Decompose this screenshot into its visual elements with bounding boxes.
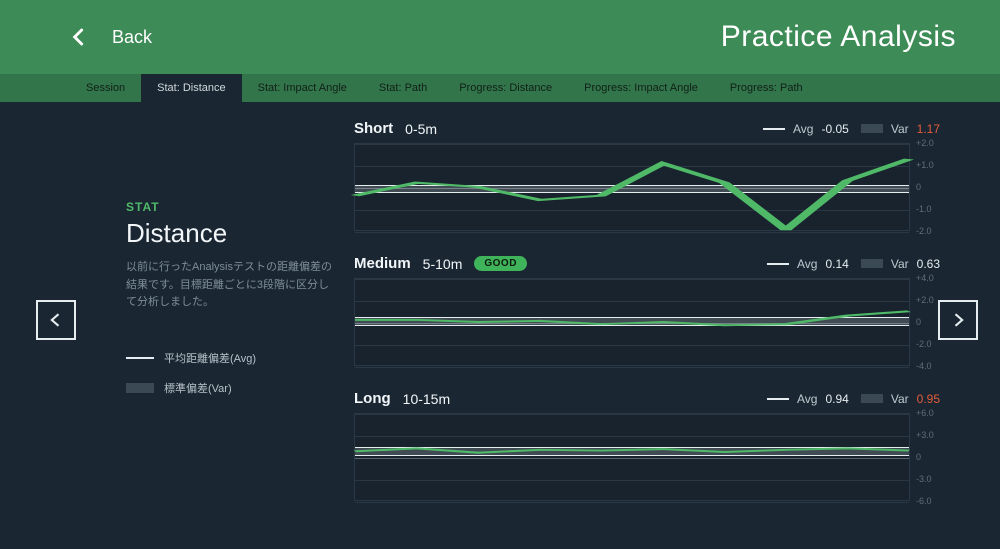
y-tick: +1.0 [916,160,934,170]
stat-title: Distance [126,218,336,249]
legend-var-label: 標準偏差(Var) [164,380,232,396]
y-tick: +6.0 [916,408,934,418]
var-value: 0.63 [917,257,940,271]
legend-avg-swatch [126,357,154,359]
tab-bar: SessionStat: DistanceStat: Impact AngleS… [0,74,1000,102]
tab-stat-distance[interactable]: Stat: Distance [141,74,241,102]
y-tick: -4.0 [916,361,932,371]
chart-plot-box: +4.0+2.00-2.0-4.0 [354,278,944,366]
back-label: Back [112,27,152,48]
grid-line [355,367,909,368]
grid-line [355,232,909,233]
prev-button[interactable] [36,300,76,340]
page-title: Practice Analysis [721,20,956,54]
legend-var: 標準偏差(Var) [126,380,336,396]
y-tick: +4.0 [916,273,934,283]
chart-range: 10-15m [403,391,450,407]
var-swatch [861,394,883,403]
tab-progress-distance[interactable]: Progress: Distance [443,74,568,102]
chevron-right-icon [948,310,968,330]
chart-medium: Medium 5-10m GOOD Avg 0.14 Var 0.63 +4.0 +2.0 0 -2… [354,255,944,366]
y-tick: +2.0 [916,138,934,148]
badge-good: GOOD [474,256,527,271]
avg-value: 0.14 [825,257,848,271]
y-tick: +2.0 [916,295,934,305]
y-tick: -2.0 [916,339,932,349]
chart-plot [354,278,910,366]
y-tick: -3.0 [916,474,932,484]
avg-swatch [767,263,789,265]
stat-description: 以前に行ったAnalysisテストの距離偏差の結果です。目標距離ごとに3段階に区… [126,259,336,312]
var-label: Var [891,392,909,406]
var-label: Var [891,122,909,136]
chart-plot [354,413,910,501]
grid-line [355,502,909,503]
tab-stat-impact-angle[interactable]: Stat: Impact Angle [242,74,363,102]
chart-name: Long [354,390,391,407]
avg-value: 0.94 [825,392,848,406]
y-tick: 0 [916,182,921,192]
content: STAT Distance 以前に行ったAnalysisテストの距離偏差の結果で… [0,102,1000,549]
avg-label: Avg [793,122,813,136]
tab-progress-path[interactable]: Progress: Path [714,74,819,102]
chart-metrics: Avg -0.05 Var 1.17 [763,122,944,136]
chart-metrics: Avg 0.94 Var 0.95 [767,392,944,406]
var-label: Var [891,257,909,271]
side-panel: STAT Distance 以前に行ったAnalysisテストの距離偏差の結果で… [126,120,336,549]
chart-name: Medium [354,255,411,272]
var-value: 0.95 [917,392,940,406]
chart-header: Medium 5-10m GOOD Avg 0.14 Var 0.63 [354,255,944,272]
avg-label: Avg [797,257,817,271]
y-tick: -6.0 [916,496,932,506]
tab-session[interactable]: Session [70,74,141,102]
avg-swatch [763,128,785,130]
chart-plot [354,143,910,231]
y-tick: +3.0 [916,430,934,440]
data-line [355,279,909,365]
y-tick: -2.0 [916,226,932,236]
legend-avg-label: 平均距離偏差(Avg) [164,350,256,366]
back-button[interactable]: Back [70,23,152,51]
legend: 平均距離偏差(Avg) 標準偏差(Var) [126,350,336,396]
chart-plot-box: +2.0+1.00-1.0-2.0 [354,143,944,231]
avg-value: -0.05 [821,122,848,136]
chart-header: Short 0-5m Avg -0.05 Var 1.17 [354,120,944,137]
next-button[interactable] [938,300,978,340]
chart-plot-box: +6.0+3.00-3.0-6.0 [354,413,944,501]
var-swatch [861,259,883,268]
y-axis: +6.0+3.00-3.0-6.0 [910,413,944,501]
tab-progress-impact-angle[interactable]: Progress: Impact Angle [568,74,714,102]
charts-column: Short 0-5m Avg -0.05 Var 1.17 +2.0 +1.0 0 -1.0 -2.… [354,120,944,549]
chart-name: Short [354,120,393,137]
stat-eyebrow: STAT [126,200,336,214]
y-tick: 0 [916,317,921,327]
legend-avg: 平均距離偏差(Avg) [126,350,336,366]
tab-stat-path[interactable]: Stat: Path [363,74,443,102]
header: Back Practice Analysis [0,0,1000,74]
avg-label: Avg [797,392,817,406]
chart-metrics: Avg 0.14 Var 0.63 [767,257,944,271]
chart-range: 5-10m [423,256,463,272]
var-swatch [861,124,883,133]
chart-long: Long10-15mAvg0.94Var0.95+6.0+3.00-3.0-6.… [354,390,944,501]
data-line [355,144,909,230]
chart-short: Short0-5mAvg-0.05Var1.17+2.0+1.00-1.0-2.… [354,120,944,231]
chevron-left-icon [46,310,66,330]
data-line [355,414,909,500]
chart-range: 0-5m [405,121,437,137]
y-tick: 0 [916,452,921,462]
legend-var-swatch [126,383,154,393]
var-value: 1.17 [917,122,940,136]
chart-header: Long 10-15m Avg 0.94 Var 0.95 [354,390,944,407]
y-tick: -1.0 [916,204,932,214]
back-icon [70,23,98,51]
y-axis: +2.0+1.00-1.0-2.0 [910,143,944,231]
avg-swatch [767,398,789,400]
